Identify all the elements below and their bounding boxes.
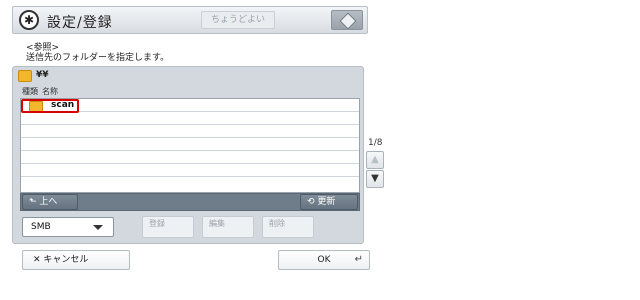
ok-button[interactable]: OK ↵ <box>278 250 370 270</box>
refresh-label: 更新 <box>317 197 336 207</box>
up-arrow-icon: ⬑ <box>29 197 37 207</box>
delete-label: 削除 <box>269 219 285 228</box>
list-item-empty <box>21 177 359 190</box>
column-name-header: 名称 <box>42 87 58 96</box>
chevron-down-icon <box>93 225 103 230</box>
refresh-icon: ⟲ <box>307 197 315 207</box>
column-type-header: 種類 <box>22 87 38 96</box>
edit-label: 編集 <box>209 219 225 228</box>
register-button[interactable]: 登録 <box>142 216 194 238</box>
instruction-text: 送信先のフォルダーを指定します。 <box>26 53 170 63</box>
settings-icon: ✱ <box>19 10 39 30</box>
device-icon <box>339 12 357 30</box>
status-indicator: ちょうどよい <box>201 11 275 29</box>
cancel-label: キャンセル <box>43 255 89 265</box>
folder-icon <box>18 70 32 82</box>
down-triangle-icon: ▼ <box>371 173 379 184</box>
device-button[interactable] <box>331 10 363 30</box>
register-label: 登録 <box>149 219 165 228</box>
list-item-empty <box>21 164 359 177</box>
current-path: ¥¥ <box>36 70 49 80</box>
up-level-button[interactable]: ⬑ 上へ <box>22 194 78 210</box>
edit-button[interactable]: 編集 <box>202 216 254 238</box>
list-item-empty <box>21 125 359 138</box>
delete-button[interactable]: 削除 <box>262 216 314 238</box>
list-item-empty <box>21 151 359 164</box>
list-item-empty <box>21 138 359 151</box>
top-bar: ✱ 設定/登録 ちょうどよい <box>12 6 368 34</box>
up-triangle-icon: ▲ <box>371 154 379 165</box>
cancel-button[interactable]: ✕ キャンセル <box>22 250 130 270</box>
up-level-label: 上へ <box>39 197 58 207</box>
window-title: 設定/登録 <box>47 15 113 31</box>
cancel-x-icon: ✕ <box>33 255 41 265</box>
protocol-select[interactable]: SMB <box>22 217 114 237</box>
page-down-button[interactable]: ▼ <box>366 170 384 188</box>
list-item-empty <box>21 112 359 125</box>
page-up-button[interactable]: ▲ <box>366 151 384 169</box>
ok-label: OK <box>317 255 331 265</box>
refresh-button[interactable]: ⟲ 更新 <box>300 194 358 210</box>
page-indicator: 1/8 <box>368 138 383 148</box>
enter-icon: ↵ <box>354 254 363 265</box>
selection-highlight <box>21 99 79 113</box>
protocol-value: SMB <box>31 222 51 232</box>
